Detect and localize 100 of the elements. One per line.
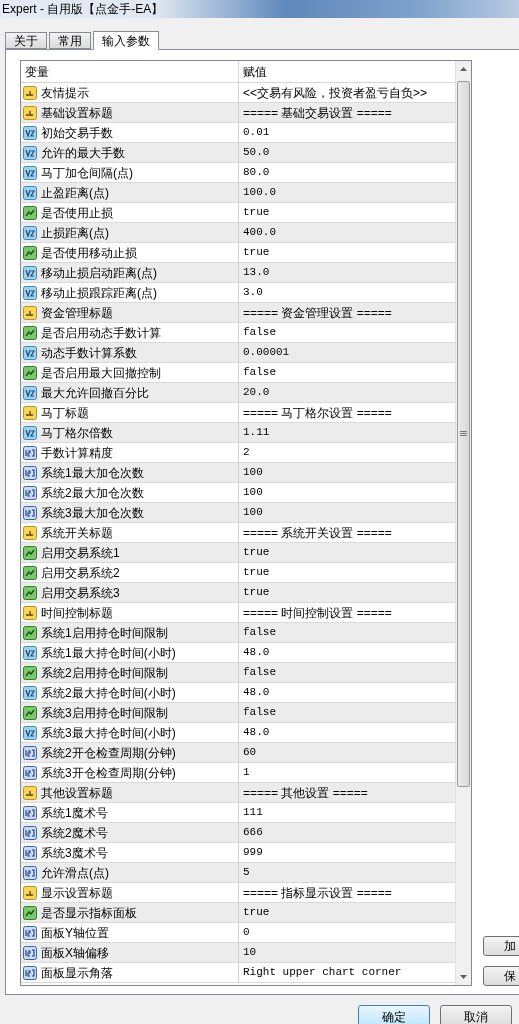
scrollbar[interactable] xyxy=(455,61,471,985)
parameter-name: 系统3最大持仓时间(小时) xyxy=(41,724,176,742)
parameter-row[interactable]: 系统3最大加仓次数 100 xyxy=(21,503,455,523)
parameter-name: 是否使用移动止损 xyxy=(41,244,137,262)
parameter-row[interactable]: 资金管理标题 ===== 资金管理设置 ===== xyxy=(21,303,455,323)
scroll-down-icon[interactable] xyxy=(460,975,467,979)
parameter-value: Right upper chart corner xyxy=(243,965,402,981)
toggle-type-icon xyxy=(23,585,37,600)
parameter-name: 止盈距离(点) xyxy=(41,184,109,202)
parameter-value: 5 xyxy=(243,865,250,881)
dialog-button[interactable]: 确定 xyxy=(358,1005,430,1024)
parameter-name: 系统3最大加仓次数 xyxy=(41,504,144,522)
toggle-type-icon xyxy=(23,905,37,920)
parameter-row[interactable]: 系统1最大持仓时间(小时) 48.0 xyxy=(21,643,455,663)
parameter-value: 0.01 xyxy=(243,125,270,141)
column-header[interactable]: 变量 xyxy=(21,61,239,82)
tab[interactable]: 输入参数 xyxy=(93,31,159,50)
parameter-row[interactable]: 止损距离(点) 400.0 xyxy=(21,223,455,243)
parameter-row[interactable]: 系统开关标题 ===== 系统开关设置 ===== xyxy=(21,523,455,543)
parameter-value: 0 xyxy=(243,925,250,941)
parameter-row[interactable]: 系统3启用持仓时间限制 false xyxy=(21,703,455,723)
parameter-row[interactable]: 允许滑点(点) 5 xyxy=(21,863,455,883)
text-type-icon xyxy=(23,785,37,800)
parameter-row[interactable]: 是否显示指标面板 true xyxy=(21,903,455,923)
integer-type-icon xyxy=(23,865,37,880)
parameter-row[interactable]: 面板显示角落 Right upper chart corner xyxy=(21,963,455,983)
parameter-row[interactable]: 面板Y轴位置 0 xyxy=(21,923,455,943)
parameter-value: 1 xyxy=(243,765,250,781)
parameter-row[interactable]: 系统1最大加仓次数 100 xyxy=(21,463,455,483)
parameter-value: true xyxy=(243,245,270,261)
parameter-row[interactable]: 动态手数计算系数 0.00001 xyxy=(21,343,455,363)
parameter-row[interactable]: 系统1魔术号 111 xyxy=(21,803,455,823)
parameter-name: 马丁标题 xyxy=(41,404,89,422)
parameter-row[interactable]: 系统2最大加仓次数 100 xyxy=(21,483,455,503)
parameter-row[interactable]: 友情提示 <<交易有风险，投资者盈亏自负>> xyxy=(21,83,455,103)
number-type-icon xyxy=(23,345,37,360)
parameter-row[interactable]: 基础设置标题 ===== 基础交易设置 ===== xyxy=(21,103,455,123)
dialog-button[interactable]: 取消 xyxy=(440,1005,512,1024)
parameter-row[interactable]: 启用交易系统1 true xyxy=(21,543,455,563)
integer-type-icon xyxy=(23,765,37,780)
parameter-row[interactable]: 是否启用动态手数计算 false xyxy=(21,323,455,343)
toggle-type-icon xyxy=(23,245,37,260)
column-header[interactable]: 赋值 xyxy=(239,61,455,82)
parameter-value: ===== 马丁格尔设置 ===== xyxy=(243,404,392,422)
parameter-value: ===== 指标显示设置 ===== xyxy=(243,884,392,902)
parameter-row[interactable]: 允许的最大手数 50.0 xyxy=(21,143,455,163)
parameter-value: false xyxy=(243,705,276,721)
parameter-row[interactable]: 马丁标题 ===== 马丁格尔设置 ===== xyxy=(21,403,455,423)
scroll-up-icon[interactable] xyxy=(460,67,467,71)
parameter-value: 48.0 xyxy=(243,645,270,661)
parameter-name: 系统3开仓检查周期(分钟) xyxy=(41,764,176,782)
parameter-row[interactable]: 系统3魔术号 999 xyxy=(21,843,455,863)
parameter-value: 48.0 xyxy=(243,725,270,741)
parameter-row[interactable]: 系统2最大持仓时间(小时) 48.0 xyxy=(21,683,455,703)
parameter-row[interactable]: 移动止损跟踪距离(点) 3.0 xyxy=(21,283,455,303)
toggle-type-icon xyxy=(23,545,37,560)
parameter-row[interactable]: 初始交易手数 0.01 xyxy=(21,123,455,143)
parameter-row[interactable]: 面板X轴偏移 10 xyxy=(21,943,455,963)
parameter-name: 系统2启用持仓时间限制 xyxy=(41,664,168,682)
parameter-row[interactable]: 系统2魔术号 666 xyxy=(21,823,455,843)
parameter-row[interactable]: 启用交易系统2 true xyxy=(21,563,455,583)
toggle-type-icon xyxy=(23,365,37,380)
parameter-value: ===== 基础交易设置 ===== xyxy=(243,104,392,122)
text-type-icon xyxy=(23,305,37,320)
tab[interactable]: 关于 xyxy=(5,32,47,49)
parameter-row[interactable]: 最大允许回撤百分比 20.0 xyxy=(21,383,455,403)
parameter-name: 是否显示指标面板 xyxy=(41,904,137,922)
number-type-icon xyxy=(23,165,37,180)
parameter-name: 手数计算精度 xyxy=(41,444,113,462)
parameter-name: 是否启用最大回撤控制 xyxy=(41,364,161,382)
parameter-row[interactable]: 移动止损启动距离(点) 13.0 xyxy=(21,263,455,283)
parameter-row[interactable]: 系统2开仓检查周期(分钟) 60 xyxy=(21,743,455,763)
parameter-row[interactable]: 时间控制标题 ===== 时间控制设置 ===== xyxy=(21,603,455,623)
parameter-row[interactable]: 系统3开仓检查周期(分钟) 1 xyxy=(21,763,455,783)
parameter-value: 666 xyxy=(243,825,263,841)
parameter-name: 系统3启用持仓时间限制 xyxy=(41,704,168,722)
parameter-row[interactable]: 系统3最大持仓时间(小时) 48.0 xyxy=(21,723,455,743)
parameter-row[interactable]: 系统1启用持仓时间限制 false xyxy=(21,623,455,643)
parameter-row[interactable]: 显示设置标题 ===== 指标显示设置 ===== xyxy=(21,883,455,903)
parameter-row[interactable]: 止盈距离(点) 100.0 xyxy=(21,183,455,203)
parameter-row[interactable]: 是否启用最大回撤控制 false xyxy=(21,363,455,383)
parameter-row[interactable]: 马丁加仓间隔(点) 80.0 xyxy=(21,163,455,183)
tab[interactable]: 常用 xyxy=(49,32,91,49)
side-button[interactable]: 加 xyxy=(483,936,519,956)
parameter-row[interactable]: 其他设置标题 ===== 其他设置 ===== xyxy=(21,783,455,803)
toggle-type-icon xyxy=(23,565,37,580)
scroll-thumb[interactable] xyxy=(457,81,470,787)
text-type-icon xyxy=(23,85,37,100)
parameter-row[interactable]: 系统2启用持仓时间限制 false xyxy=(21,663,455,683)
parameter-row[interactable]: 手数计算精度 2 xyxy=(21,443,455,463)
integer-type-icon xyxy=(23,965,37,980)
parameter-row[interactable]: 是否使用止损 true xyxy=(21,203,455,223)
side-button[interactable]: 保 xyxy=(483,966,519,986)
parameter-value: 100 xyxy=(243,505,263,521)
parameter-row[interactable]: 启用交易系统3 true xyxy=(21,583,455,603)
toggle-type-icon xyxy=(23,705,37,720)
parameter-value: <<交易有风险，投资者盈亏自负>> xyxy=(243,84,428,102)
parameter-row[interactable]: 马丁格尔倍数 1.11 xyxy=(21,423,455,443)
number-type-icon xyxy=(23,265,37,280)
parameter-row[interactable]: 是否使用移动止损 true xyxy=(21,243,455,263)
